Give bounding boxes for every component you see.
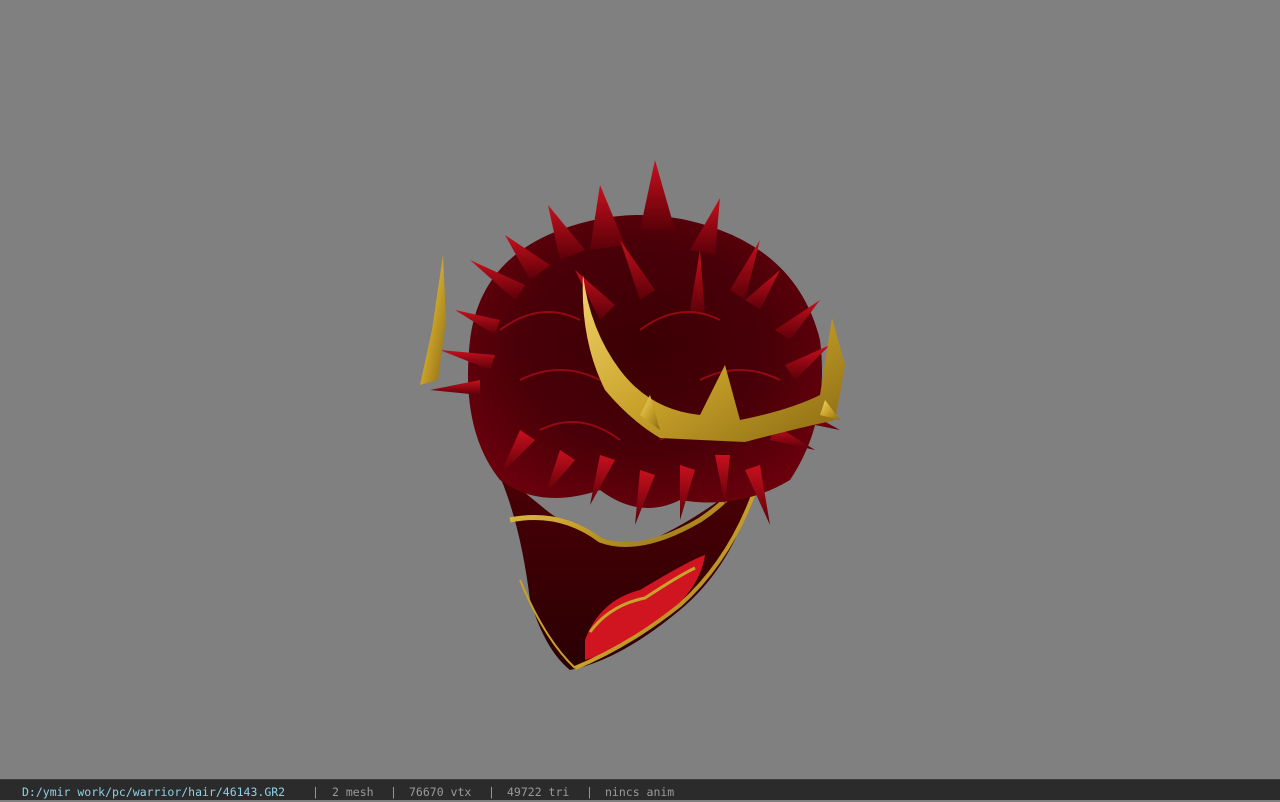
status-separator: | (488, 785, 495, 799)
status-separator: | (390, 785, 397, 799)
status-separator: | (586, 785, 593, 799)
mesh-count-label: 2 mesh (332, 785, 374, 799)
triangle-count-label: 49722 tri (507, 785, 570, 799)
animation-status-label: nincs anim (605, 785, 675, 799)
hair-model-render (420, 160, 845, 670)
vertex-count-label: 76670 vtx (409, 785, 472, 799)
file-path-label: D:/ymir work/pc/warrior/hair/46143.GR2 (22, 785, 286, 799)
status-bar: D:/ymir work/pc/warrior/hair/46143.GR2 |… (0, 779, 1280, 800)
hair-mass (430, 160, 840, 525)
status-separator: | (312, 785, 319, 799)
3d-viewport[interactable] (0, 0, 1280, 779)
